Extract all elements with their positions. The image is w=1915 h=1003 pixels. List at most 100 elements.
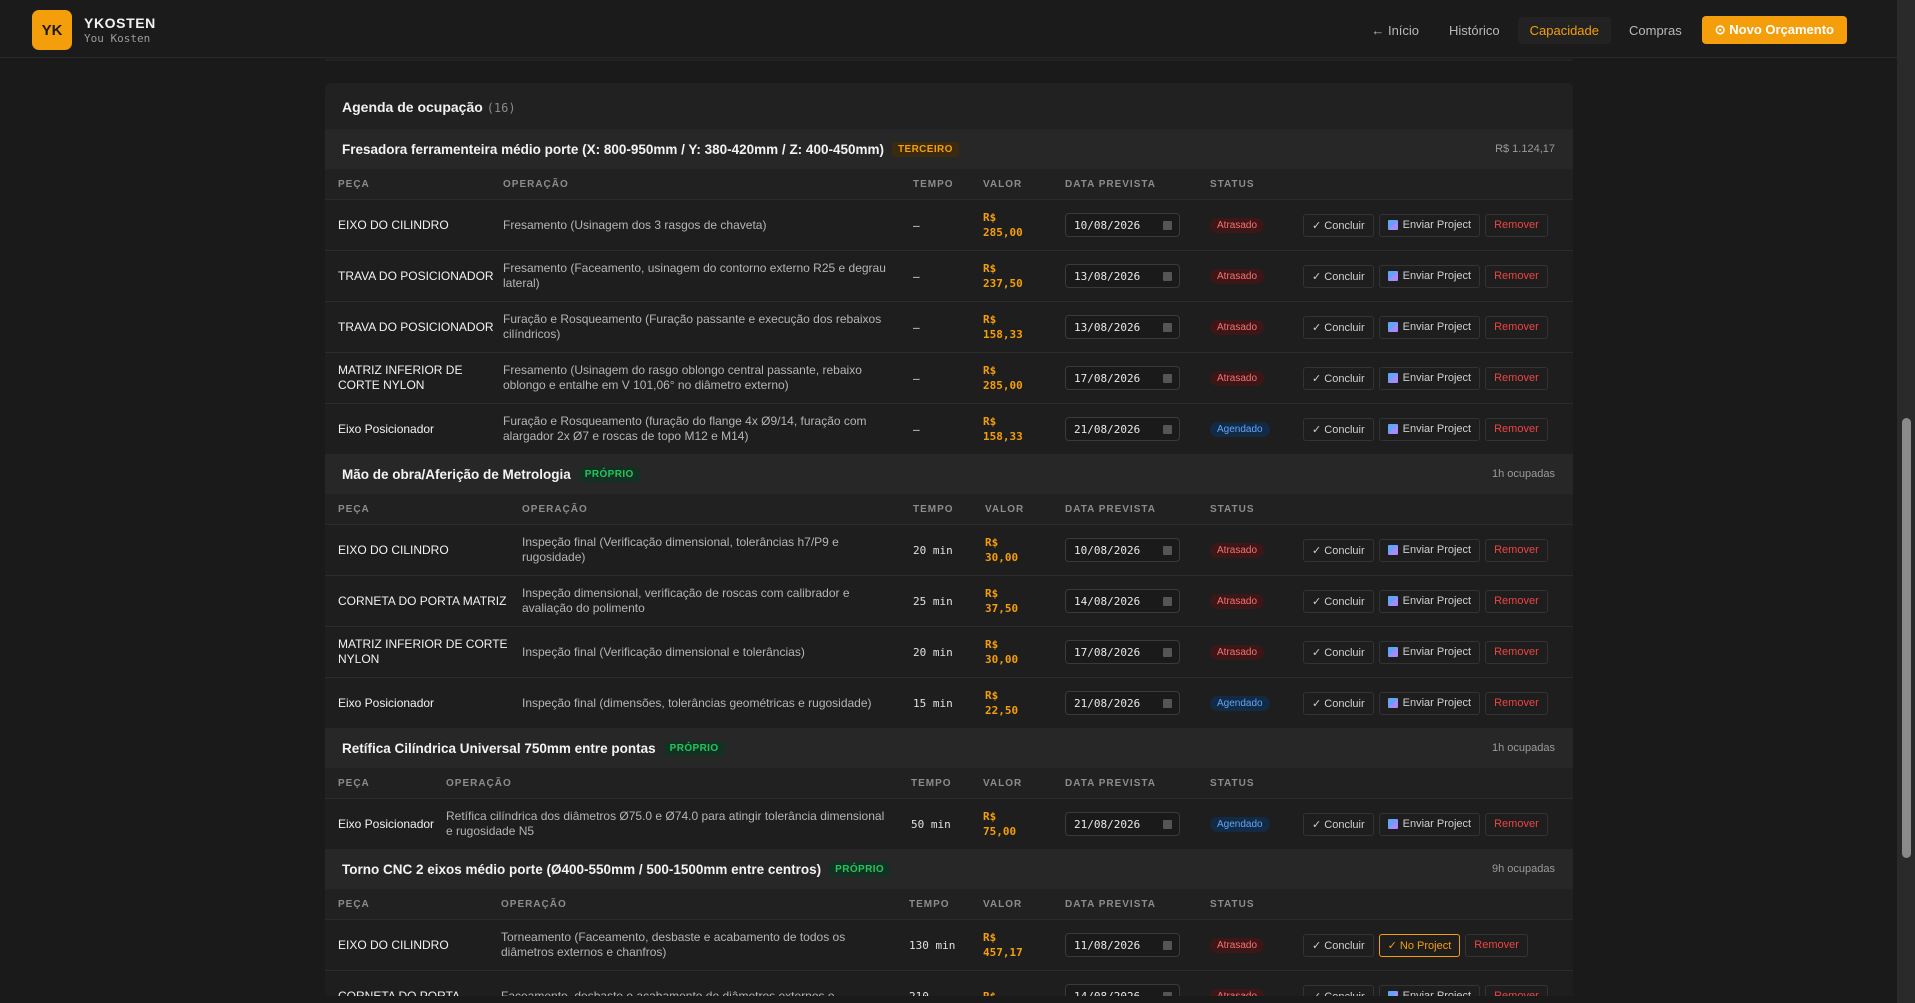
conclude-button[interactable]: ✓ Concluir	[1303, 691, 1374, 715]
project-icon	[1387, 373, 1398, 383]
send-project-button[interactable]: Enviar Project	[1378, 366, 1481, 390]
date-input[interactable]: 13/08/2026	[1065, 315, 1180, 339]
cell-valor: R$ 22,50	[985, 689, 1019, 717]
cell-tempo: 50 min	[911, 817, 951, 831]
nav-historico[interactable]: Histórico	[1437, 17, 1512, 44]
conclude-button[interactable]: ✓ Concluir	[1303, 933, 1374, 957]
calendar-icon[interactable]	[1163, 221, 1172, 230]
calendar-icon[interactable]	[1163, 374, 1172, 383]
remove-button[interactable]: Remover	[1485, 691, 1548, 715]
cell-tempo: 20 min	[913, 543, 953, 557]
row-actions: ✓ Concluir Enviar Project Remover	[1303, 417, 1548, 441]
date-input[interactable]: 13/08/2026	[1065, 264, 1180, 288]
conclude-button[interactable]: ✓ Concluir	[1303, 264, 1374, 288]
cell-operacao: Torneamento (Faceamento, desbaste e acab…	[501, 930, 846, 959]
cell-peca: TRAVA DO POSICIONADOR	[338, 319, 494, 334]
group-header: Mão de obra/Aferição de Metrologia PRÓPRI…	[325, 454, 1573, 494]
date-value: 11/08/2026	[1074, 938, 1141, 952]
scrollbar[interactable]	[1897, 0, 1915, 1003]
table-row: EIXO DO CILINDRO Torneamento (Faceamento,…	[325, 919, 1573, 970]
remove-button[interactable]: Remover	[1485, 417, 1548, 441]
send-project-label: Enviar Project	[1402, 595, 1472, 607]
send-project-button[interactable]: Enviar Project	[1378, 315, 1481, 339]
nav-inicio[interactable]: ← Início	[1359, 17, 1431, 44]
new-quote-button[interactable]: ⊙ Novo Orçamento	[1701, 16, 1847, 44]
date-value: 14/08/2026	[1074, 594, 1141, 608]
cell-operacao: Inspeção final (Verificação dimensional …	[522, 644, 805, 659]
column-header-data: DATA PREVISTA	[1065, 777, 1156, 789]
column-header-tempo: TEMPO	[913, 178, 954, 190]
conclude-button[interactable]: ✓ Concluir	[1303, 417, 1374, 441]
no-project-button[interactable]: ✓ No Project	[1378, 933, 1461, 957]
remove-button[interactable]: Remover	[1485, 812, 1548, 836]
nav-capacidade[interactable]: Capacidade	[1517, 16, 1611, 44]
column-headers: PEÇA OPERAÇÃO TEMPO VALOR DATA PREVISTA STATU…	[325, 169, 1573, 199]
send-project-button[interactable]: Enviar Project	[1378, 538, 1481, 562]
cell-valor: R$ 75,00	[983, 810, 1017, 838]
conclude-button[interactable]: ✓ Concluir	[1303, 984, 1374, 996]
remove-button[interactable]: Remover	[1485, 589, 1548, 613]
row-actions: ✓ Concluir Enviar Project Remover	[1303, 984, 1548, 996]
remove-button[interactable]: Remover	[1485, 213, 1548, 237]
scrollbar-thumb[interactable]	[1902, 418, 1911, 858]
send-project-button[interactable]: Enviar Project	[1378, 589, 1481, 613]
calendar-icon[interactable]	[1163, 648, 1172, 657]
cell-data: 14/08/2026	[1065, 589, 1210, 613]
date-input[interactable]: 10/08/2026	[1065, 538, 1180, 562]
date-value: 10/08/2026	[1074, 543, 1141, 557]
cell-valor: R$	[983, 989, 997, 997]
date-input[interactable]: 17/08/2026	[1065, 640, 1180, 664]
send-project-button[interactable]: Enviar Project	[1378, 984, 1481, 996]
remove-button[interactable]: Remover	[1465, 933, 1528, 957]
conclude-button[interactable]: ✓ Concluir	[1303, 640, 1374, 664]
calendar-icon[interactable]	[1163, 323, 1172, 332]
agenda-count: (16)	[486, 101, 516, 115]
column-header-tempo: TEMPO	[909, 898, 950, 910]
calendar-icon[interactable]	[1163, 992, 1172, 996]
date-input[interactable]: 21/08/2026	[1065, 691, 1180, 715]
main-content: Agenda de ocupação (16) Fresadora ferram…	[0, 59, 1897, 996]
conclude-button[interactable]: ✓ Concluir	[1303, 538, 1374, 562]
remove-button[interactable]: Remover	[1485, 538, 1548, 562]
calendar-icon[interactable]	[1163, 699, 1172, 708]
date-input[interactable]: 14/08/2026	[1065, 984, 1180, 996]
date-value: 21/08/2026	[1074, 422, 1141, 436]
send-project-button[interactable]: Enviar Project	[1378, 417, 1481, 441]
conclude-button[interactable]: ✓ Concluir	[1303, 589, 1374, 613]
conclude-button[interactable]: ✓ Concluir	[1303, 315, 1374, 339]
calendar-icon[interactable]	[1163, 272, 1172, 281]
send-project-button[interactable]: Enviar Project	[1378, 264, 1481, 288]
cell-data: 10/08/2026	[1065, 213, 1210, 237]
conclude-button[interactable]: ✓ Concluir	[1303, 366, 1374, 390]
send-project-button[interactable]: Enviar Project	[1378, 812, 1481, 836]
conclude-button[interactable]: ✓ Concluir	[1303, 812, 1374, 836]
app-logo[interactable]: YK	[32, 10, 72, 50]
nav-compras[interactable]: Compras	[1617, 17, 1694, 44]
cell-peca: CORNETA DO PORTA	[338, 988, 461, 997]
cell-peca: CORNETA DO PORTA MATRIZ	[338, 593, 507, 608]
remove-button[interactable]: Remover	[1485, 640, 1548, 664]
remove-button[interactable]: Remover	[1485, 366, 1548, 390]
remove-button[interactable]: Remover	[1485, 315, 1548, 339]
date-input[interactable]: 11/08/2026	[1065, 933, 1180, 957]
calendar-icon[interactable]	[1163, 425, 1172, 434]
column-header-tempo: TEMPO	[913, 503, 954, 515]
column-header-operacao: OPERAÇÃO	[446, 777, 512, 789]
send-project-button[interactable]: Enviar Project	[1378, 691, 1481, 715]
date-input[interactable]: 14/08/2026	[1065, 589, 1180, 613]
date-input[interactable]: 17/08/2026	[1065, 366, 1180, 390]
remove-button[interactable]: Remover	[1485, 984, 1548, 996]
project-icon	[1387, 220, 1398, 230]
send-project-button[interactable]: Enviar Project	[1378, 640, 1481, 664]
calendar-icon[interactable]	[1163, 597, 1172, 606]
send-project-button[interactable]: Enviar Project	[1378, 213, 1481, 237]
date-input[interactable]: 10/08/2026	[1065, 213, 1180, 237]
date-input[interactable]: 21/08/2026	[1065, 417, 1180, 441]
calendar-icon[interactable]	[1163, 941, 1172, 950]
calendar-icon[interactable]	[1163, 546, 1172, 555]
table-row: EIXO DO CILINDRO Fresamento (Usinagem dos…	[325, 199, 1573, 250]
calendar-icon[interactable]	[1163, 820, 1172, 829]
conclude-button[interactable]: ✓ Concluir	[1303, 213, 1374, 237]
date-input[interactable]: 21/08/2026	[1065, 812, 1180, 836]
remove-button[interactable]: Remover	[1485, 264, 1548, 288]
